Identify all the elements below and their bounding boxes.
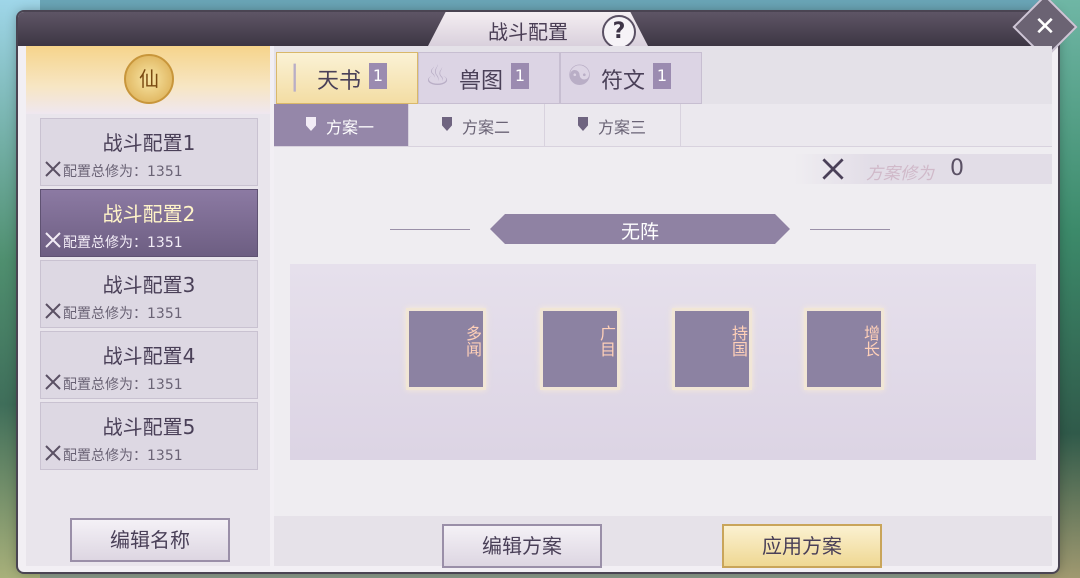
formation-name: 无阵 (620, 221, 659, 243)
config-item-1[interactable]: 战斗配置1 配置总修为：1351 (40, 118, 258, 186)
top-tabs: ❘ 天书 1 ♨ 兽图 1 ☯ 符文 1 (274, 46, 1052, 104)
crossed-swords-icon (45, 303, 61, 319)
formation-slots-area: 多闻 广目 持国 增长 (290, 264, 1036, 460)
tab-plan-2[interactable]: 方案二 (410, 104, 545, 146)
tab-label: 天书 (317, 69, 362, 94)
help-button[interactable]: ? (602, 15, 636, 49)
sidebar-banner: 仙 (26, 46, 270, 114)
main-panel: ❘ 天书 1 ♨ 兽图 1 ☯ 符文 1 方案一 方案二 方案三 方案修为 0 … (274, 46, 1052, 568)
config-power: 配置总修为：1351 (63, 377, 183, 393)
config-name: 战斗配置3 (102, 273, 196, 297)
config-name: 战斗配置2 (102, 202, 196, 226)
book-icon: ❘ (283, 59, 307, 92)
config-power: 配置总修为：1351 (63, 235, 183, 251)
config-name: 战斗配置4 (102, 344, 196, 368)
edit-name-button[interactable]: 编辑名称 (70, 518, 230, 562)
tab-shoutu[interactable]: ♨ 兽图 1 (418, 52, 560, 104)
slot-label: 广目 (597, 325, 616, 357)
config-sidebar: 仙 战斗配置1 配置总修为：1351 战斗配置2 配置总修为：1351 战斗配置… (26, 46, 270, 566)
slot-label: 持国 (729, 325, 748, 357)
rune-icon: ☯ (567, 59, 593, 92)
battle-config-window: 战斗配置 ? ✕ 仙 战斗配置1 配置总修为：1351 战斗配置2 配置总修为：… (18, 0, 1078, 572)
slot-chiguo[interactable]: 持国 (672, 308, 752, 390)
tab-label: 符文 (601, 69, 646, 94)
close-icon: ✕ (1034, 12, 1056, 42)
tab-fuwen[interactable]: ☯ 符文 1 (560, 52, 702, 104)
tab-plan-3[interactable]: 方案三 (546, 104, 681, 146)
sub-tab-label: 方案三 (598, 118, 647, 137)
tab-count-badge: 1 (653, 63, 671, 89)
ornament-line-left (390, 229, 470, 230)
tab-tianshu[interactable]: ❘ 天书 1 (276, 52, 418, 104)
slot-label: 多闻 (463, 325, 482, 357)
tab-plan-1[interactable]: 方案一 (274, 104, 409, 146)
config-item-4[interactable]: 战斗配置4 配置总修为：1351 (40, 331, 258, 399)
beast-icon: ♨ (425, 59, 451, 92)
shield-icon (306, 117, 316, 131)
tab-label: 兽图 (459, 69, 504, 94)
crossed-swords-icon (822, 158, 844, 180)
window-title: 战斗配置 (488, 20, 568, 44)
config-name: 战斗配置5 (102, 415, 196, 439)
plan-cultivation-bar: 方案修为 0 (794, 154, 1052, 184)
ornament-line-right (810, 229, 890, 230)
slot-guangmu[interactable]: 广目 (540, 308, 620, 390)
config-item-2[interactable]: 战斗配置2 配置总修为：1351 (40, 189, 258, 257)
config-name: 战斗配置1 (102, 131, 196, 155)
apply-plan-button[interactable]: 应用方案 (722, 524, 882, 568)
sub-tab-label: 方案二 (462, 118, 511, 137)
config-power: 配置总修为：1351 (63, 448, 183, 464)
cultivation-label: 方案修为 (866, 164, 934, 184)
crossed-swords-icon (45, 374, 61, 390)
crossed-swords-icon (45, 445, 61, 461)
shield-icon (578, 117, 588, 131)
config-power: 配置总修为：1351 (63, 306, 183, 322)
plan-sub-tabs: 方案一 方案二 方案三 (274, 104, 1052, 147)
slot-zengzhang[interactable]: 增长 (804, 308, 884, 390)
config-item-5[interactable]: 战斗配置5 配置总修为：1351 (40, 402, 258, 470)
crossed-swords-icon (45, 232, 61, 248)
config-item-3[interactable]: 战斗配置3 配置总修为：1351 (40, 260, 258, 328)
slot-label: 增长 (861, 325, 880, 357)
tab-count-badge: 1 (511, 63, 529, 89)
sub-tab-label: 方案一 (326, 118, 375, 137)
bottom-action-bar: 编辑方案 应用方案 (274, 516, 1052, 568)
config-power: 配置总修为：1351 (63, 164, 183, 180)
slot-duowen[interactable]: 多闻 (406, 308, 486, 390)
cultivation-value: 0 (950, 156, 964, 181)
xian-badge-icon: 仙 (124, 54, 174, 104)
crossed-swords-icon (45, 161, 61, 177)
title-bar: 战斗配置 ? (18, 12, 1058, 49)
edit-plan-button[interactable]: 编辑方案 (442, 524, 602, 568)
shield-icon (442, 117, 452, 131)
tab-count-badge: 1 (369, 63, 387, 89)
